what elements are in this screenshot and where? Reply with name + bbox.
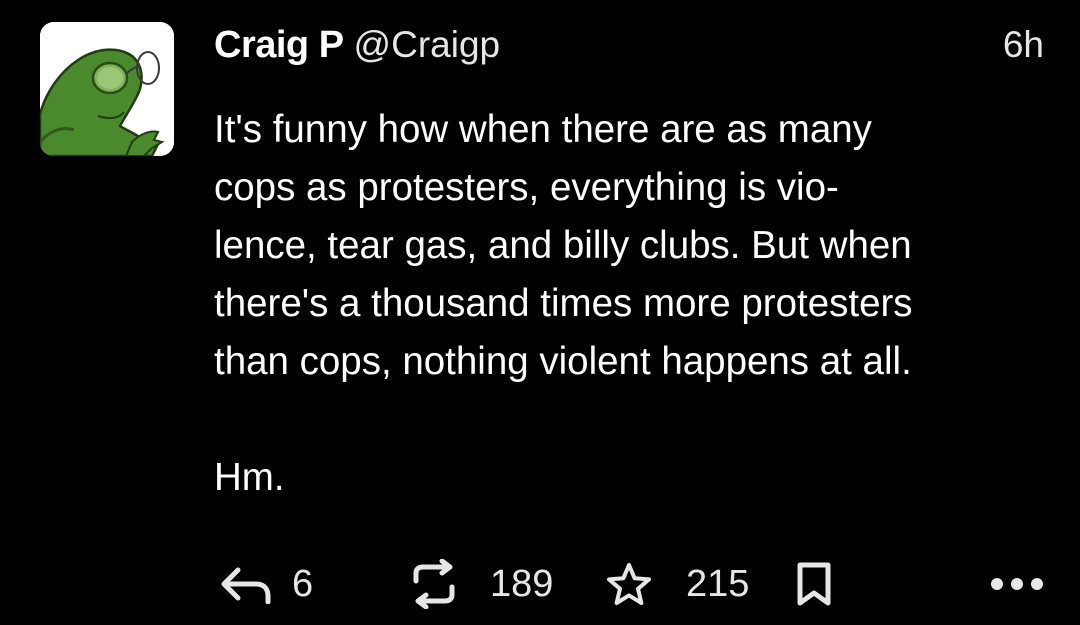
frog-avatar-icon [40,22,174,156]
post-actions: 6 189 215 [214,556,1044,612]
post-body-tail: Hm. [214,456,285,499]
repost-count: 189 [490,562,554,605]
favorite-button[interactable]: 215 [606,556,749,612]
repost-icon [413,559,455,609]
post-body-line: than cops, nothing violent happens at al… [214,340,912,383]
bookmark-button[interactable] [794,556,834,612]
post-body-line: there's a thousand times more protesters [214,282,913,325]
author-display-name[interactable]: Craig P [214,24,344,66]
bookmark-icon [797,562,831,606]
author-handle[interactable]: @Craigp [354,24,501,65]
post-body-line: cops as protesters, everything is vio- [214,166,839,209]
star-icon [607,563,651,605]
post-timestamp[interactable]: 6h [1003,20,1044,70]
reply-button[interactable]: 6 [220,556,313,612]
favorite-count: 215 [686,562,750,605]
more-options-button[interactable] [990,556,1044,612]
post-body-line: lence, tear gas, and billy clubs. But wh… [214,224,912,267]
post-body-line: It's funny how when there are as many [214,108,872,151]
avatar[interactable] [40,22,174,156]
reply-count: 6 [292,562,314,605]
repost-button[interactable]: 189 [412,556,553,612]
more-dots-icon [991,578,1043,590]
post-body: It's funny how when there are as many co… [214,101,1054,507]
post-header: Craig P @Craigp 6h [214,20,1044,70]
reply-icon [221,567,271,604]
post-card: Craig P @Craigp 6h It's funny how when th… [0,0,1080,625]
